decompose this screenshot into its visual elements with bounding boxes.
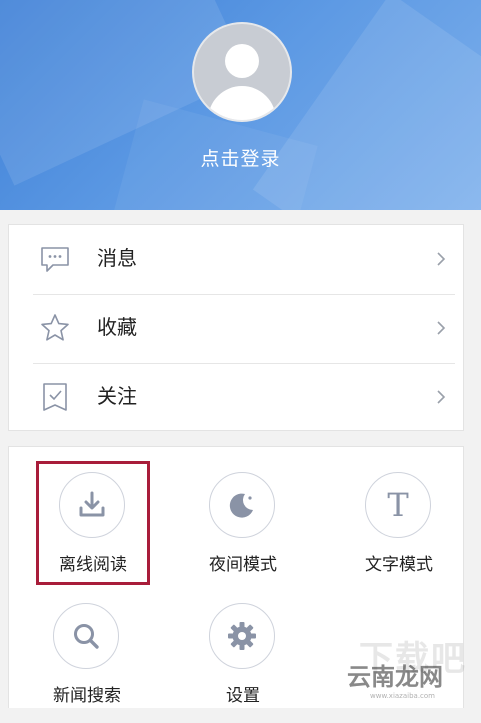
watermark: 下载吧 云南龙网 www.xiazaiba.com	[333, 639, 473, 702]
tool-settings[interactable]: 设置	[178, 603, 308, 723]
avatar-body-shape	[208, 86, 276, 120]
tool-text-mode[interactable]: T 文字模式	[334, 472, 464, 592]
tool-label: 设置	[226, 686, 260, 706]
menu-item-label: 消息	[97, 246, 137, 270]
chevron-right-icon	[437, 390, 446, 404]
tool-icon-circle: T	[365, 472, 431, 538]
text-icon-glyph: T	[387, 488, 409, 522]
login-link[interactable]: 点击登录	[0, 144, 481, 171]
star-icon	[41, 314, 69, 341]
bookmark-icon	[43, 383, 67, 411]
tool-news-search[interactable]: 新闻搜索	[22, 603, 152, 723]
tool-label: 新闻搜索	[53, 686, 121, 706]
moon-icon	[229, 493, 253, 518]
profile-header: 点击登录	[0, 0, 481, 210]
tool-icon-circle	[53, 603, 119, 669]
chevron-right-icon	[437, 252, 446, 266]
menu-item-messages[interactable]: 消息	[9, 225, 465, 294]
watermark-main: 云南龙网	[347, 663, 443, 691]
tool-icon-circle	[209, 603, 275, 669]
text-icon: T	[387, 488, 409, 522]
message-icon	[41, 247, 69, 272]
tool-night-mode[interactable]: 夜间模式	[178, 472, 308, 592]
chevron-right-icon	[437, 321, 446, 335]
menu-list: 消息 收藏 关注	[8, 224, 464, 431]
search-icon	[74, 624, 99, 649]
tool-icon-circle	[209, 472, 275, 538]
avatar-head-shape	[225, 44, 259, 78]
watermark-url: www.xiazaiba.com	[370, 692, 435, 700]
menu-item-favorites[interactable]: 收藏	[9, 294, 465, 363]
menu-item-label: 关注	[97, 384, 137, 408]
tool-label: 夜间模式	[209, 555, 277, 575]
menu-item-label: 收藏	[97, 315, 137, 339]
menu-item-follow[interactable]: 关注	[9, 363, 465, 432]
tool-label: 文字模式	[365, 555, 433, 575]
gear-icon	[228, 622, 256, 650]
highlight-box	[36, 461, 150, 585]
avatar[interactable]	[192, 22, 292, 122]
